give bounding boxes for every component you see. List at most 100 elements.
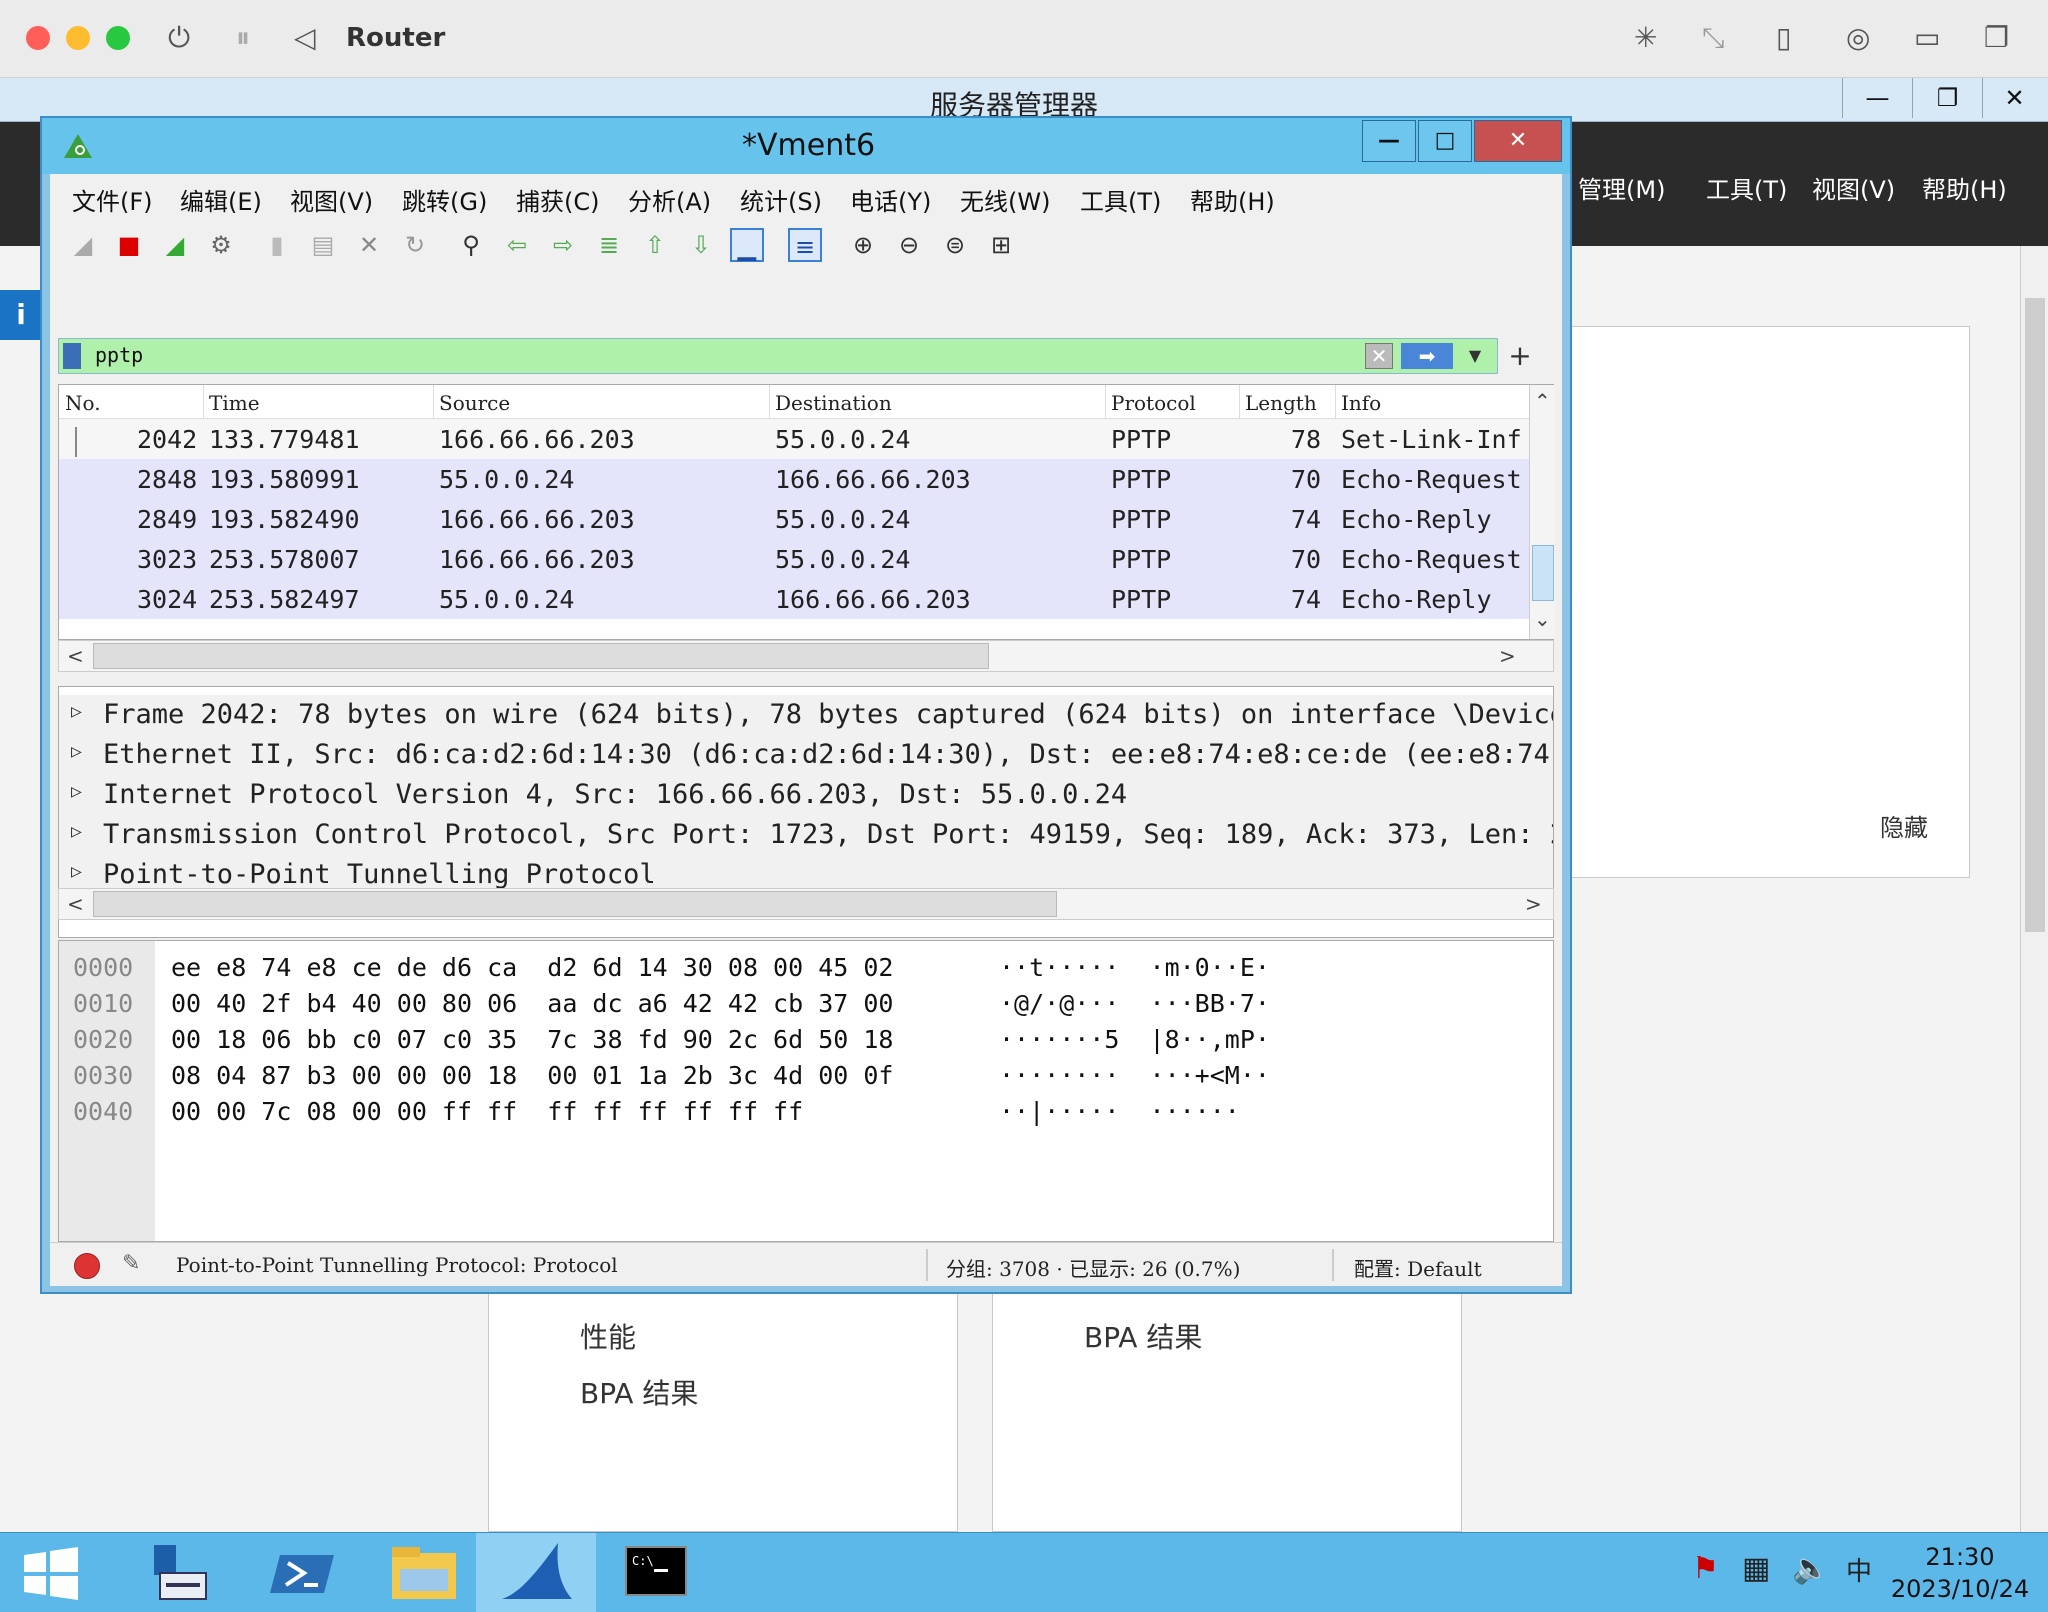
status-profile[interactable]: 配置: Default <box>1354 1253 1482 1282</box>
find-packet-icon[interactable]: ⚲ <box>454 228 488 262</box>
taskbar-server-manager[interactable] <box>120 1533 240 1612</box>
sm-minimize-button[interactable]: — <box>1842 78 1912 118</box>
taskbar-powershell[interactable] <box>242 1533 362 1612</box>
start-button[interactable] <box>0 1533 120 1612</box>
column-no[interactable]: No. <box>65 391 101 415</box>
sm-tile-item[interactable]: 性能 <box>580 1316 636 1356</box>
clear-filter-icon[interactable]: ✕ <box>1365 343 1393 369</box>
hscroll-thumb[interactable] <box>93 643 989 669</box>
zoom-dot-button[interactable] <box>106 26 130 50</box>
menu-capture[interactable]: 捕获(C) <box>516 182 599 217</box>
details-hscrollbar[interactable]: < > <box>58 888 1554 920</box>
menu-statistics[interactable]: 统计(S) <box>740 182 822 217</box>
minimize-dot-button[interactable] <box>66 26 90 50</box>
column-source[interactable]: Source <box>439 391 510 415</box>
menu-file[interactable]: 文件(F) <box>72 182 153 217</box>
packet-list-vscrollbar[interactable]: ⌃ ⌄ <box>1529 385 1555 639</box>
scroll-right-icon[interactable]: > <box>1499 644 1516 668</box>
capture-comment-icon[interactable]: ✎ <box>122 1251 140 1276</box>
expert-info-icon[interactable] <box>74 1253 100 1279</box>
scroll-left-icon[interactable]: < <box>67 892 84 916</box>
power-icon[interactable]: ⏻ <box>168 20 190 56</box>
zoom-in-icon[interactable]: ⊕ <box>846 228 880 262</box>
detail-row-frame[interactable]: ▷ Frame 2042: 78 bytes on wire (624 bits… <box>59 695 1553 735</box>
bookmark-icon[interactable] <box>63 343 81 369</box>
column-info[interactable]: Info <box>1341 391 1381 415</box>
display-filter-bar[interactable]: pptp ✕ ➡ ▼ <box>58 338 1498 374</box>
sm-scroll-thumb[interactable] <box>2025 298 2045 932</box>
ws-minimize-button[interactable]: — <box>1362 120 1416 162</box>
bytes-row[interactable]: 0030 08 04 87 b3 00 00 00 18 00 01 1a 2b… <box>59 1057 1270 1093</box>
volume-muted-icon[interactable]: 🔈 <box>1792 1551 1829 1586</box>
taskbar-clock[interactable]: 21:30 2023/10/24 <box>1880 1541 2040 1605</box>
windows-icon[interactable]: ❐ <box>1984 20 2009 56</box>
menu-help[interactable]: 帮助(H) <box>1190 182 1275 217</box>
scroll-up-icon[interactable]: ⌃ <box>1534 389 1551 413</box>
normal-size-icon[interactable]: ⊜ <box>938 228 972 262</box>
bytes-row[interactable]: 0010 00 40 2f b4 40 00 80 06 aa dc a6 42… <box>59 985 1270 1021</box>
open-file-icon[interactable]: ▮ <box>260 228 294 262</box>
network-icon[interactable]: ▦ <box>1742 1551 1770 1586</box>
scroll-down-icon[interactable]: ⌄ <box>1534 607 1551 631</box>
menu-telephony[interactable]: 电话(Y) <box>850 182 931 217</box>
detail-row-ethernet[interactable]: ▷ Ethernet II, Src: d6:ca:d2:6d:14:30 (d… <box>59 735 1553 775</box>
close-file-icon[interactable]: ✕ <box>352 228 386 262</box>
filter-history-dropdown-icon[interactable]: ▼ <box>1461 343 1489 369</box>
disc-icon[interactable]: ◎ <box>1846 20 1870 56</box>
taskbar-command-prompt[interactable]: C:\ <box>596 1533 716 1612</box>
go-to-packet-icon[interactable]: ≣ <box>592 228 626 262</box>
folder-icon[interactable]: ▭ <box>1914 20 1940 56</box>
sm-menu-help[interactable]: 帮助(H) <box>1922 170 2007 205</box>
expand-icon[interactable]: ▷ <box>71 781 82 802</box>
menu-go[interactable]: 跳转(G) <box>402 182 487 217</box>
sm-menu-tools[interactable]: 工具(T) <box>1706 170 1787 205</box>
start-capture-icon[interactable]: ◢ <box>66 228 100 262</box>
autoscroll-icon[interactable]: ▁ <box>730 228 764 262</box>
sm-hide-link[interactable]: 隐藏 <box>1880 808 1928 843</box>
back-icon[interactable]: ◁ <box>294 20 316 56</box>
menu-analyze[interactable]: 分析(A) <box>628 182 711 217</box>
first-packet-icon[interactable]: ⇧ <box>638 228 672 262</box>
packet-row[interactable]: 2848 193.580991 55.0.0.24 166.66.66.203 … <box>59 459 1529 499</box>
sm-maximize-button[interactable]: ❐ <box>1912 78 1982 118</box>
sm-menu-manage[interactable]: 管理(M) <box>1578 170 1665 205</box>
ime-indicator[interactable]: 中 <box>1846 1551 1872 1588</box>
taskbar-wireshark[interactable] <box>476 1533 596 1612</box>
action-center-flag-icon[interactable]: ⚑ <box>1692 1551 1719 1586</box>
close-dot-button[interactable] <box>26 26 50 50</box>
colorize-icon[interactable]: ≡ <box>788 228 822 262</box>
expand-icon[interactable]: ▷ <box>71 861 82 882</box>
column-length[interactable]: Length <box>1245 391 1317 415</box>
packet-list-hscrollbar[interactable]: < > <box>58 640 1554 672</box>
column-destination[interactable]: Destination <box>775 391 892 415</box>
resize-columns-icon[interactable]: ⊞ <box>984 228 1018 262</box>
usb-icon[interactable]: ▯ <box>1776 20 1791 56</box>
display-filter-input[interactable]: pptp <box>95 343 143 367</box>
apply-filter-icon[interactable]: ➡ <box>1401 343 1453 369</box>
sm-menu-view[interactable]: 视图(V) <box>1812 170 1895 205</box>
packet-row[interactable]: 2042 133.779481 166.66.66.203 55.0.0.24 … <box>59 419 1529 459</box>
capture-options-icon[interactable]: ⚙ <box>204 228 238 262</box>
ws-maximize-button[interactable]: □ <box>1418 120 1472 162</box>
menu-view[interactable]: 视图(V) <box>290 182 373 217</box>
hscroll-thumb[interactable] <box>93 891 1057 917</box>
scroll-left-icon[interactable]: < <box>67 644 84 668</box>
packet-list-scroll-thumb[interactable] <box>1532 545 1554 601</box>
detail-row-tcp[interactable]: ▷ Transmission Control Protocol, Src Por… <box>59 815 1553 855</box>
column-protocol[interactable]: Protocol <box>1111 391 1196 415</box>
packet-row[interactable]: 3024 253.582497 55.0.0.24 166.66.66.203 … <box>59 579 1529 619</box>
sm-tile-item[interactable]: BPA 结果 <box>1084 1316 1202 1356</box>
expand-icon[interactable]: ▷ <box>71 701 82 722</box>
sm-vertical-scrollbar[interactable] <box>2020 246 2048 1532</box>
sm-tile-item[interactable]: BPA 结果 <box>580 1372 698 1412</box>
menu-edit[interactable]: 编辑(E) <box>180 182 262 217</box>
bytes-row[interactable]: 0040 00 00 7c 08 00 00 ff ff ff ff ff ff… <box>59 1093 1240 1129</box>
scroll-right-icon[interactable]: > <box>1525 892 1542 916</box>
sm-close-button[interactable]: ✕ <box>1982 78 2046 118</box>
pause-icon[interactable]: ⏸ <box>236 20 250 56</box>
resize-icon[interactable]: ⤡ <box>1702 20 1724 56</box>
brightness-icon[interactable]: ✳ <box>1634 20 1657 56</box>
expand-icon[interactable]: ▷ <box>71 741 82 762</box>
packet-row[interactable]: 2849 193.582490 166.66.66.203 55.0.0.24 … <box>59 499 1529 539</box>
bytes-row[interactable]: 0020 00 18 06 bb c0 07 c0 35 7c 38 fd 90… <box>59 1021 1270 1057</box>
